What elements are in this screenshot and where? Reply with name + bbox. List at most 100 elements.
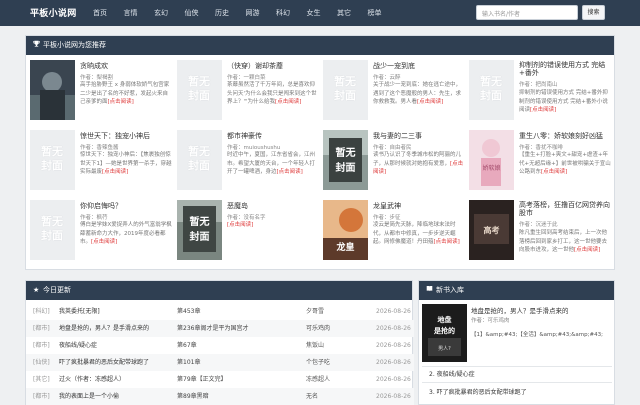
book-card[interactable]: 暂无封面 （快穿）谢却茶蘼 作者：一颗白菜 茶蘼虽然活了千万年间，总是喜欢仰头问… [177, 60, 322, 120]
read-link[interactable]: [点击阅读] [417, 99, 443, 105]
chapter-link[interactable]: 第67章 [177, 337, 297, 354]
book-title[interactable]: 龙皇武神 [373, 201, 468, 211]
book-desc: 傅白是学妹X爱捉弄人的外气富翁学枫薛蓄新命力大作，2019年度必看都市。[点击阅… [80, 222, 172, 246]
trophy-icon [33, 36, 40, 55]
read-link[interactable]: [点击阅读] [275, 99, 301, 105]
site-logo[interactable]: 平板小说网 [30, 6, 77, 19]
read-link[interactable]: [点击阅读] [530, 107, 556, 113]
book-card[interactable]: 暂无封面 惊世天下：独宠小神后 作者：香辣鱼酱 惊世天下：独宠小神后：【焦裹独创… [30, 130, 175, 190]
book-title[interactable]: 都市神豪传 [227, 131, 322, 141]
nav-item-xianxia[interactable]: 仙侠 [185, 8, 199, 18]
book-card[interactable]: 暂无封面 战少一宠到底 作者：云醉 关于战少一宠到底：她在逃亡途中，遇到了这个恶… [323, 60, 468, 120]
book-desc: 抑制剂的错误使用方式 完结+番外抑制剂的错误使用方式 完结+番外小说阅读[点击阅… [519, 90, 608, 114]
book-card[interactable]: 暂无封面 你仰启悔吗？ 作者：枫荇 傅白是学妹X爱捉弄人的外气富翁学枫薛蓄新命力… [30, 200, 175, 260]
nav-item-ranking[interactable]: 榜单 [368, 8, 382, 18]
book-title-link[interactable]: 地盘是抢的，男人？是手滑点来的 [59, 320, 169, 337]
book-author: 作者：muioushushu [227, 145, 281, 151]
book-cover[interactable]: 龙皇 [323, 200, 368, 260]
svg-text:是抢的: 是抢的 [433, 326, 455, 335]
book-cover-placeholder[interactable]: 暂无封面 [177, 130, 222, 190]
chapter-link[interactable]: 第101章 [177, 354, 297, 371]
book-author: 作者：梨褐割 [80, 75, 114, 81]
book-cover-placeholder[interactable]: 暂无封面 [30, 130, 75, 190]
book-title-link[interactable]: 我英委托[无限] [59, 303, 169, 320]
table-row[interactable]: [都市] 夜船线/疑心症 第67章 焦饭山 2026-08-26 [26, 337, 414, 354]
featured-book-title[interactable]: 地盘是抢的，男人？是手滑点来的 [471, 305, 611, 315]
book-cover[interactable]: 高考 [469, 200, 514, 260]
new-books-panel: 新书入库 地盘 是抢的 男人? 地盘是抢的，男人？是手滑点来的 作者：可乐鸡肉 【1… [418, 280, 615, 405]
book-title[interactable]: 战少一宠到底 [373, 61, 468, 71]
today-updates-panel: ★ 今日更新 [科幻] 我英委托[无限] 第453章 夕哥雪 2026-08-26… [25, 280, 414, 405]
book-cover[interactable]: 娇软娘 [469, 130, 514, 190]
nav-item-female[interactable]: 女生 [307, 8, 321, 18]
table-row[interactable]: [科幻] 我英委托[无限] 第453章 夕哥雪 2026-08-26 [26, 303, 414, 320]
nav-item-online-game[interactable]: 网游 [246, 8, 260, 18]
read-link[interactable]: [点击阅读] [227, 222, 253, 228]
read-link[interactable]: [点击阅读] [541, 169, 567, 175]
book-title[interactable]: 贪晌成欢 [80, 61, 175, 71]
read-link[interactable]: [点击阅读] [102, 169, 128, 175]
book-cover[interactable] [30, 60, 75, 120]
book-author: 焦饭山 [306, 342, 325, 349]
read-link[interactable]: [点击阅读] [434, 239, 460, 245]
nav-item-history[interactable]: 历史 [215, 8, 229, 18]
table-row[interactable]: [都市] 我的表面上是一个小偷 第89章黑暗 无名 2026-08-26 [26, 388, 414, 405]
featured-book-desc: 【1】&amp;#43;【全活】&amp;#43;&amp;#43; [471, 332, 603, 338]
nav-item-scifi[interactable]: 科幻 [276, 8, 290, 18]
read-link[interactable]: [点击阅读] [277, 169, 303, 175]
book-card[interactable]: 贪晌成欢 作者：梨褐割 高手抬胁野王 x 身弱体软娇气包宫家二少是出了名的不好惹… [30, 60, 175, 120]
table-row[interactable]: [仙侠] 吓了疯批暴君的恶后女配带球跑了 第101章 个包子吃 2026-08-… [26, 354, 414, 371]
newbooks-title: 新书入库 [436, 286, 464, 294]
nav-item-romance[interactable]: 言情 [124, 8, 138, 18]
book-title-link[interactable]: 夜船线/疑心症 [59, 337, 169, 354]
book-title[interactable]: 恶魔岛 [227, 201, 322, 211]
book-title[interactable]: 你仰启悔吗？ [80, 201, 175, 211]
top-navbar: 平板小说网 首页 言情 玄幻 仙侠 历史 网游 科幻 女生 其它 榜单 输入书名… [0, 0, 640, 26]
book-card[interactable]: 娇软娘 重生八零：娇软娘刻好凶猛 作者：香扰不咖啡 【重生+打脸+爽文+甜宠+虐… [469, 130, 614, 190]
book-cover-placeholder[interactable]: 暂无封面 [30, 200, 75, 260]
book-title[interactable]: 重生八零：娇软娘刻好凶猛 [519, 131, 614, 141]
book-title-link[interactable]: 我的表面上是一个小偷 [59, 388, 169, 405]
list-item[interactable]: 2. 夜船线/疑心症 [429, 369, 611, 378]
book-title[interactable]: 高考落榜，狂撸百亿网贷养向股市 [519, 201, 614, 217]
search-button[interactable]: 搜索 [582, 5, 605, 20]
book-card[interactable]: 暂无封面 都市神豪传 作者：muioushushu 时近中午，夏国，江东省省会，… [177, 130, 322, 190]
book-title-link[interactable]: 过火（作者：冻感超人） [59, 371, 169, 388]
chapter-link[interactable]: 第453章 [177, 303, 297, 320]
book-cover-placeholder[interactable]: 暂无封面 [469, 60, 514, 120]
read-link[interactable]: [点击阅读] [108, 99, 134, 105]
book-card[interactable]: 暂无封面 抑制剂的错误使用方式 完结+番外 作者：把尚南山 抑制剂的错误使用方式… [469, 60, 614, 120]
read-link[interactable]: [点击阅读] [91, 239, 117, 245]
update-date: 2026-08-26 [376, 342, 411, 349]
chapter-link[interactable]: 第79章【正文完】 [177, 371, 297, 388]
book-card[interactable]: 暂无 封面 恶魔岛 作者：没有名字 [点击阅读] [177, 200, 322, 260]
search-input[interactable]: 输入书名/作者 [476, 5, 578, 20]
book-cover[interactable]: 暂无 封面 [177, 200, 222, 260]
recommend-header: 平板小说网为您推荐 [26, 36, 614, 55]
book-title[interactable]: 抑制剂的错误使用方式 完结+番外 [519, 61, 614, 77]
book-card[interactable]: 龙皇 龙皇武神 作者：步征 凌云是简先天脉，降临地球末法时代，从都市中修真，一步… [323, 200, 468, 260]
book-card[interactable]: 暂无 封面 我与妻的二三事 作者：自由者民 读书乃认识了冬季城市松的阿骊的儿子，从… [323, 130, 468, 190]
nav-item-other[interactable]: 其它 [337, 8, 351, 18]
book-author: 作者：枫荇 [80, 215, 108, 221]
book-cover-placeholder[interactable]: 暂无封面 [177, 60, 222, 120]
update-date: 2026-08-26 [376, 325, 411, 332]
chapter-link[interactable]: 第236章阁才是平为国宫才 [177, 320, 297, 337]
nav-item-home[interactable]: 首页 [93, 8, 107, 18]
book-card[interactable]: 高考 高考落榜，狂撸百亿网贷养向股市 作者：沉迷于此 陈凡重生回到高考结束后，上… [469, 200, 614, 260]
table-row[interactable]: [其它] 过火（作者：冻感超人） 第79章【正文完】 冻感超人 2026-08-… [26, 371, 414, 388]
list-item[interactable]: 3. 吓了疯批暴君的恶后女配带球跑了 [429, 387, 611, 396]
chapter-link[interactable]: 第89章黑暗 [177, 388, 297, 405]
updates-header: ★ 今日更新 [26, 281, 412, 300]
book-cover-placeholder[interactable]: 暂无封面 [323, 60, 368, 120]
book-title-link[interactable]: 吓了疯批暴君的恶后女配带球跑了 [59, 354, 169, 371]
table-row[interactable]: [都市] 地盘是抢的，男人？是手滑点来的 第236章阁才是平为国宫才 可乐鸡肉 … [26, 320, 414, 337]
book-title[interactable]: （快穿）谢却茶蘼 [227, 61, 322, 71]
book-title[interactable]: 我与妻的二三事 [373, 131, 468, 141]
book-author: 作者：把尚南山 [519, 82, 558, 88]
read-link[interactable]: [点击阅读] [574, 247, 600, 253]
nav-item-fantasy[interactable]: 玄幻 [154, 8, 168, 18]
book-cover[interactable]: 暂无 封面 [323, 130, 368, 190]
book-title[interactable]: 惊世天下：独宠小神后 [80, 131, 175, 141]
featured-book-cover[interactable]: 地盘 是抢的 男人? [422, 304, 467, 362]
